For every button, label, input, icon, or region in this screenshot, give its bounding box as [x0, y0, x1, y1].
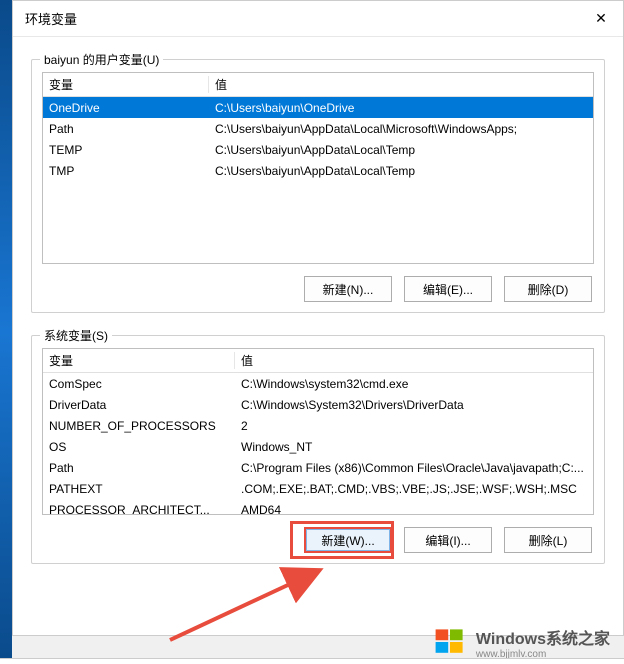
watermark-brand: Windows系统之家 — [476, 625, 610, 649]
cell-value: C:\Windows\system32\cmd.exe — [235, 377, 593, 391]
cell-variable: NUMBER_OF_PROCESSORS — [43, 419, 235, 433]
user-delete-button[interactable]: 删除(D) — [504, 276, 592, 302]
column-header-variable[interactable]: 变量 — [43, 76, 209, 93]
cell-value: 2 — [235, 419, 593, 433]
title-bar: 环境变量 ✕ — [13, 1, 623, 37]
cell-variable: TEMP — [43, 143, 209, 157]
cell-variable: TMP — [43, 164, 209, 178]
table-row[interactable]: PathC:\Program Files (x86)\Common Files\… — [43, 457, 593, 478]
column-header-variable[interactable]: 变量 — [43, 352, 235, 369]
cell-value: C:\Users\baiyun\OneDrive — [209, 101, 593, 115]
user-edit-button[interactable]: 编辑(E)... — [404, 276, 492, 302]
cell-variable: OS — [43, 440, 235, 454]
cell-value: .COM;.EXE;.BAT;.CMD;.VBS;.VBE;.JS;.JSE;.… — [235, 482, 593, 496]
cell-value: C:\Users\baiyun\AppData\Local\Temp — [209, 143, 593, 157]
table-row[interactable]: NUMBER_OF_PROCESSORS2 — [43, 415, 593, 436]
env-vars-dialog: 环境变量 ✕ baiyun 的用户变量(U) 变量 值 OneDriveC:\U… — [12, 0, 624, 636]
table-row[interactable]: OneDriveC:\Users\baiyun\OneDrive — [43, 97, 593, 118]
system-buttons-row: 新建(W)... 编辑(I)... 删除(L) — [42, 527, 594, 553]
column-header-value[interactable]: 值 — [209, 76, 593, 93]
cell-value: Windows_NT — [235, 440, 593, 454]
table-row[interactable]: PathC:\Users\baiyun\AppData\Local\Micros… — [43, 118, 593, 139]
list-body: OneDriveC:\Users\baiyun\OneDrivePathC:\U… — [43, 97, 593, 181]
system-variables-legend: 系统变量(S) — [40, 327, 112, 344]
user-new-button[interactable]: 新建(N)... — [304, 276, 392, 302]
table-row[interactable]: PATHEXT.COM;.EXE;.BAT;.CMD;.VBS;.VBE;.JS… — [43, 478, 593, 499]
cell-value: C:\Users\baiyun\AppData\Local\Temp — [209, 164, 593, 178]
cell-value: C:\Program Files (x86)\Common Files\Orac… — [235, 461, 593, 475]
system-delete-button[interactable]: 删除(L) — [504, 527, 592, 553]
table-row[interactable]: TMPC:\Users\baiyun\AppData\Local\Temp — [43, 160, 593, 181]
dialog-title: 环境变量 — [25, 9, 77, 28]
list-body: ComSpecC:\Windows\system32\cmd.exeDriver… — [43, 373, 593, 515]
cell-value: C:\Windows\System32\Drivers\DriverData — [235, 398, 593, 412]
cell-variable: Path — [43, 461, 235, 475]
background-stripe — [0, 0, 12, 664]
cell-variable: Path — [43, 122, 209, 136]
column-header-value[interactable]: 值 — [235, 352, 593, 369]
list-header: 变量 值 — [43, 349, 593, 373]
user-variables-list[interactable]: 变量 值 OneDriveC:\Users\baiyun\OneDrivePat… — [42, 72, 594, 264]
cell-variable: DriverData — [43, 398, 235, 412]
user-buttons-row: 新建(N)... 编辑(E)... 删除(D) — [42, 276, 594, 302]
user-variables-group: baiyun 的用户变量(U) 变量 值 OneDriveC:\Users\ba… — [31, 59, 605, 313]
cell-variable: OneDrive — [43, 101, 209, 115]
dialog-content: baiyun 的用户变量(U) 变量 值 OneDriveC:\Users\ba… — [13, 37, 623, 576]
table-row[interactable]: DriverDataC:\Windows\System32\Drivers\Dr… — [43, 394, 593, 415]
watermark-text: Windows系统之家 www.bjjmlv.com — [476, 625, 610, 660]
table-row[interactable]: TEMPC:\Users\baiyun\AppData\Local\Temp — [43, 139, 593, 160]
system-variables-list[interactable]: 变量 值 ComSpecC:\Windows\system32\cmd.exeD… — [42, 348, 594, 515]
windows-logo-icon — [432, 624, 468, 660]
cell-variable: ComSpec — [43, 377, 235, 391]
user-variables-legend: baiyun 的用户变量(U) — [40, 51, 163, 68]
cell-value: AMD64 — [235, 503, 593, 516]
table-row[interactable]: OSWindows_NT — [43, 436, 593, 457]
table-row[interactable]: ComSpecC:\Windows\system32\cmd.exe — [43, 373, 593, 394]
list-header: 变量 值 — [43, 73, 593, 97]
table-row[interactable]: PROCESSOR_ARCHITECT...AMD64 — [43, 499, 593, 515]
close-icon[interactable]: ✕ — [591, 9, 611, 29]
cell-variable: PROCESSOR_ARCHITECT... — [43, 503, 235, 516]
cell-variable: PATHEXT — [43, 482, 235, 496]
system-variables-group: 系统变量(S) 变量 值 ComSpecC:\Windows\system32\… — [31, 335, 605, 564]
system-edit-button[interactable]: 编辑(I)... — [404, 527, 492, 553]
system-new-button[interactable]: 新建(W)... — [304, 527, 392, 553]
watermark: Windows系统之家 www.bjjmlv.com — [432, 624, 610, 660]
cell-value: C:\Users\baiyun\AppData\Local\Microsoft\… — [209, 122, 593, 136]
bottom-border — [0, 658, 624, 664]
